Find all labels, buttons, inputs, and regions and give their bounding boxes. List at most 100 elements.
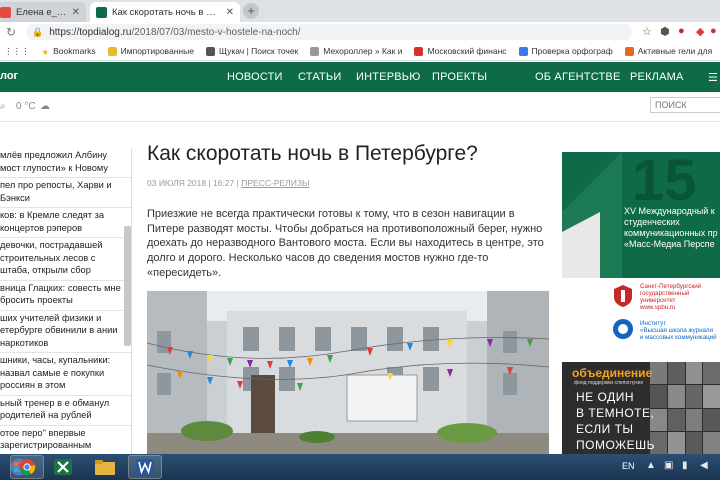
list-item[interactable]: вница Глацких: совесть мне бросить проек… [0,281,131,311]
bookmark-label: Проверка орфограф [531,46,613,56]
folder-icon [95,460,115,475]
menu-icon[interactable]: ☰ [708,71,718,84]
bookmark-item[interactable]: Московский финанс [414,46,507,56]
ad-banner-media-perspective[interactable]: 15 XV Международный к студенческих комму… [562,152,720,278]
nav-item-advertising[interactable]: РЕКЛАМА [630,71,684,83]
ad-banner-charity[interactable]: объединение фонд поддержки слепоглухих Н… [562,362,720,454]
bookmark-item[interactable]: ★ Bookmarks [41,46,96,57]
bookmark-item[interactable]: Проверка орфограф [518,46,613,56]
tab-portfolio[interactable]: Елена e_ra - Портфол ✕ [0,2,86,22]
bookmark-label: Активные гели для [637,46,713,56]
article-title: Как скоротать ночь в Петербурге? [147,142,478,165]
taskbar-explorer[interactable] [88,455,122,479]
org-line: и массовых коммуникаций [640,334,717,341]
taskbar-word[interactable] [128,455,162,479]
close-icon[interactable]: ✕ [226,7,234,18]
apps-icon[interactable]: ⋮⋮⋮ [4,46,30,57]
list-item[interactable]: ших учителей физики и етербурге обвинили… [0,311,131,353]
list-item[interactable]: пел про репосты, Харви и Бэнкси [0,178,131,208]
address-bar[interactable]: 🔒 https://topdialog.ru/2018/07/03/mesto-… [26,24,632,40]
org-line: www.spbu.ru [640,304,676,311]
tab-article[interactable]: Как скоротать ночь в Петербурге ✕ [90,2,240,22]
bookmark-label: Импортированные [120,46,194,56]
excel-icon [54,459,72,475]
ad-line: В ТЕМНОТЕ, [576,406,655,420]
search-input[interactable] [650,97,720,113]
taskbar-excel[interactable] [46,455,80,479]
ad-line: коммуникационных пр [624,228,718,238]
tray-app-icon[interactable]: ▣ [664,460,673,471]
article-date: 03 ИЮЛЯ 2018 | 16:27 | [147,178,239,188]
ad-line: XV Международный к [624,206,715,216]
article-lead: Приезжие не всегда практически готовы к … [147,208,544,279]
bookmark-favicon-icon [205,46,215,56]
lock-icon: 🔒 [32,26,44,37]
list-item[interactable]: ьный тренер в е обманул родителей на руб… [0,396,131,426]
ad-brand: объединение [572,366,653,380]
ad-brand-subtitle: фонд поддержки слепоглухих [574,380,644,386]
article-photo [147,291,549,454]
volume-icon[interactable]: ◀ [700,460,708,471]
list-item[interactable]: шники, часы, купальники: назвал самые е … [0,353,131,396]
courtyard-photo-image [147,291,549,454]
list-item[interactable]: млёв предложил Албину мост глупости» к Н… [0,148,131,178]
bookmark-label: Bookmarks [53,46,96,56]
nav-item-projects[interactable]: ПРОЕКТЫ [432,71,487,83]
star-icon[interactable]: ☆ [642,25,652,38]
extension-red-icon[interactable]: ● [678,25,685,37]
list-item[interactable]: отое перо" впервые зарегистрированным [0,426,131,455]
bookmark-favicon-icon [310,46,320,56]
bookmark-item[interactable]: Щукач | Поиск точек [205,46,299,56]
tab-favicon-icon [96,6,107,18]
tab-title: Елена e_ra - Портфол [16,6,67,18]
close-icon[interactable]: ✕ [72,7,80,18]
profile-icon[interactable]: ● [710,25,717,37]
new-tab-button[interactable]: + [243,3,259,19]
site-navigation: лог НОВОСТИ СТАТЬИ ИНТЕРВЬЮ ПРОЕКТЫ ОБ А… [0,62,720,92]
weather-temperature: 0 °C [16,101,36,112]
ad-partner-logos[interactable]: Санкт-Петербургский государственный унив… [562,278,720,352]
extension-badge-icon[interactable]: ◆ [696,25,704,38]
url-path: /2018/07/03/mesto-v-hostele-na-noch/ [131,26,301,38]
bookmark-label: Щукач | Поиск точек [218,46,299,56]
network-icon[interactable]: ▮ [682,460,688,471]
list-item[interactable]: девочки, пострадавшей строительных лесов… [0,238,131,281]
windows-taskbar: EN ▲ ▣ ▮ ◀ [0,454,720,480]
star-icon: ★ [41,46,50,57]
bookmark-label: Мехороллер » Как и [323,46,403,56]
url-domain: https://topdialog.ru [49,26,132,38]
bookmark-item[interactable]: Мехороллер » Как и [310,46,402,56]
weather-bar: ⌕ 0 °C ☁ [0,92,720,122]
spbu-crest-icon [614,285,632,307]
sidebar-scrollbar[interactable] [124,226,131,346]
ad-line: НЕ ОДИН [576,390,634,404]
ad-faces-grid [650,362,720,454]
ad-line: студенческих [624,217,680,227]
browser-toolbar: ↻ 🔒 https://topdialog.ru/2018/07/03/mest… [0,22,720,42]
cloud-icon: ☁ [40,101,50,112]
tray-expand-icon[interactable]: ▲ [646,460,656,471]
ad-line: ПОМОЖЕШЬ [576,438,655,452]
nav-item-articles[interactable]: СТАТЬИ [298,71,341,83]
bookmark-favicon-icon [414,46,424,56]
chrome-icon [19,459,36,476]
nav-item-interviews[interactable]: ИНТЕРВЬЮ [356,71,421,83]
list-item[interactable]: ков: в Кремле следят за концертов рэперо… [0,208,131,238]
ad-line: ЕСЛИ ТЫ [576,422,634,436]
nav-item-about[interactable]: ОБ АГЕНТСТВЕ [535,71,621,83]
location-icon: ⌕ [0,101,6,112]
institute-logo-icon [613,319,633,339]
language-indicator[interactable]: EN [622,461,635,471]
nav-item-news[interactable]: НОВОСТИ [227,71,283,83]
site-logo[interactable]: лог [0,70,18,82]
ad-line: «Масс-Медиа Перспе [624,239,715,249]
extension-icon[interactable]: ⬢ [660,25,670,38]
bookmark-item[interactable]: Импортированные [107,46,194,56]
reload-icon[interactable]: ↻ [0,25,22,39]
folder-icon [107,46,117,56]
article-category-link[interactable]: ПРЕСС-РЕЛИЗЫ [241,178,309,188]
news-feed-sidebar: млёв предложил Албину мост глупости» к Н… [0,148,132,454]
bookmark-item[interactable]: Активные гели для [624,46,713,56]
word-icon [136,459,154,475]
taskbar-chrome[interactable] [10,455,44,479]
